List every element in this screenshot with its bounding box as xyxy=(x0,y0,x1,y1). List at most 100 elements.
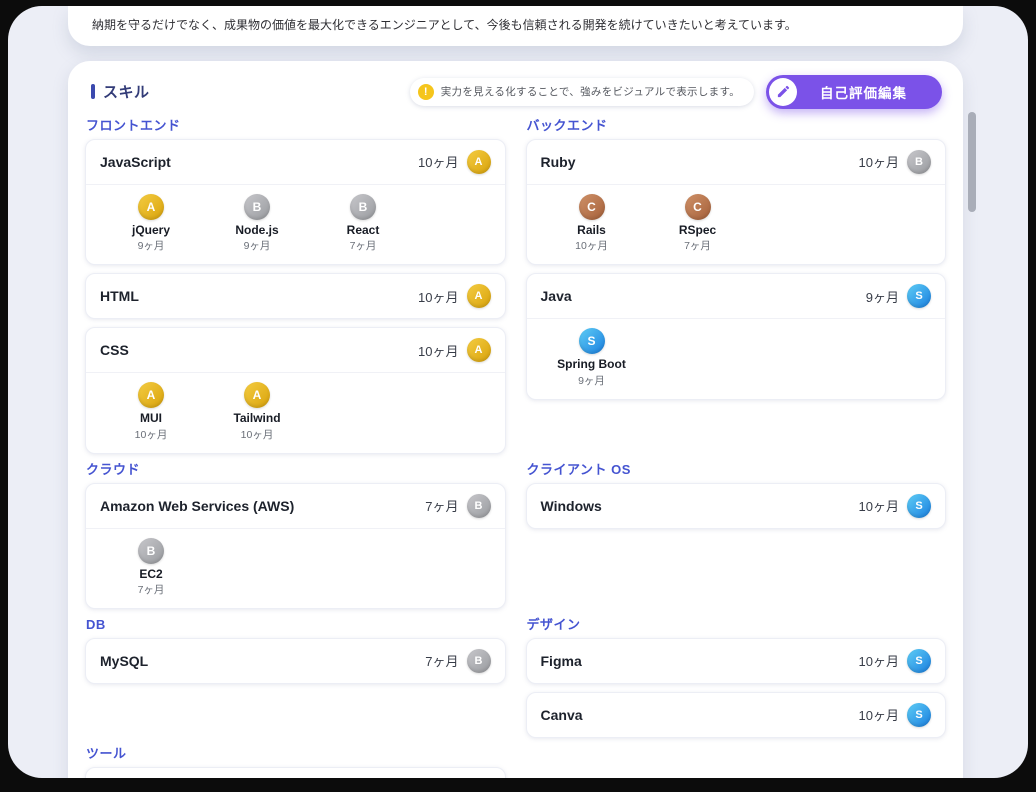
rank-badge-C: C xyxy=(579,194,605,220)
skill-rating: 10ヶ月A xyxy=(418,150,490,174)
category-section: クライアント OSWindows10ヶ月S xyxy=(526,461,947,609)
rank-badge-A: A xyxy=(467,284,491,308)
child-skill-name: EC2 xyxy=(139,567,162,581)
skill-duration: 10ヶ月 xyxy=(418,152,458,171)
rank-badge-B: B xyxy=(907,150,931,174)
skill-card: Windows 10ヶ月S xyxy=(526,483,947,529)
skill-rating: 10ヶ月 A xyxy=(418,284,490,308)
self-evaluation-edit-button[interactable]: 自己評価編集 xyxy=(766,75,942,109)
skill-duration: 10ヶ月 xyxy=(418,341,458,360)
skill-name: JavaScript xyxy=(100,154,171,170)
skill-main-row: CSS 10ヶ月A xyxy=(86,328,505,372)
section-title: スキル xyxy=(103,81,150,102)
skills-grid: フロントエンドJavaScript10ヶ月AAjQuery9ヶ月BNode.js… xyxy=(85,117,946,778)
child-skill: BReact7ヶ月 xyxy=(310,194,416,253)
child-skill: C RSpec7ヶ月 xyxy=(645,194,751,253)
skill-duration: 10ヶ月 xyxy=(418,287,458,306)
skill-rating: 10ヶ月 S xyxy=(859,649,931,673)
skill-card: JavaScript10ヶ月AAjQuery9ヶ月BNode.js9ヶ月BRea… xyxy=(85,139,506,265)
skills-card: スキル ! 実力を見える化することで、強みをビジュアルで表示します。 自己評価編… xyxy=(68,61,963,778)
child-skill: B EC27ヶ月 xyxy=(98,538,204,597)
skill-name: CSS xyxy=(100,342,129,358)
skill-main-row: HTML 10ヶ月 A xyxy=(86,274,505,318)
child-skill-duration: 7ヶ月 xyxy=(350,238,377,253)
rank-badge-A: A xyxy=(138,194,164,220)
skill-duration: 7ヶ月 xyxy=(425,651,458,670)
category-title: DB xyxy=(86,616,506,633)
child-skill: BNode.js9ヶ月 xyxy=(204,194,310,253)
skill-card: Ruby10ヶ月BCRails10ヶ月CRSpec7ヶ月 xyxy=(526,139,947,265)
child-skill-duration: 7ヶ月 xyxy=(684,238,711,253)
hint-pill: ! 実力を見える化することで、強みをビジュアルで表示します。 xyxy=(410,78,754,106)
skill-main-row: Amazon Web Services (AWS) 7ヶ月B xyxy=(86,484,505,528)
skill-name: MySQL xyxy=(100,653,148,669)
child-skill-name: jQuery xyxy=(132,223,170,237)
rank-badge-B: B xyxy=(350,194,376,220)
skill-main-row: Java9ヶ月S xyxy=(527,274,946,318)
skill-main-row: Canva10ヶ月S xyxy=(527,693,946,737)
skill-name: Windows xyxy=(541,498,602,514)
skill-main-row: Windows 10ヶ月S xyxy=(527,484,946,528)
app-window: 納期を守るだけでなく、成果物の価値を最大化できるエンジニアとして、今後も信頼され… xyxy=(8,6,1028,778)
skill-children: AMUI10ヶ月ATailwind10ヶ月 xyxy=(86,372,505,452)
skill-card: Chatwork9ヶ月 xyxy=(85,767,506,778)
rank-badge-C: C xyxy=(685,194,711,220)
rank-badge-S: S xyxy=(579,328,605,354)
child-skill-name: MUI xyxy=(140,411,162,425)
skill-rating: 10ヶ月A xyxy=(418,338,490,362)
category-section: DB MySQL 7ヶ月B xyxy=(85,616,506,738)
skill-card: CSS10ヶ月AAMUI10ヶ月ATailwind10ヶ月 xyxy=(85,327,506,453)
child-skill-duration: 7ヶ月 xyxy=(138,582,165,597)
skill-name: Ruby xyxy=(541,154,576,170)
child-skill-duration: 10ヶ月 xyxy=(241,427,274,442)
skill-name: Figma xyxy=(541,653,582,669)
intro-text: 納期を守るだけでなく、成果物の価値を最大化できるエンジニアとして、今後も信頼され… xyxy=(92,17,939,34)
child-skill-duration: 10ヶ月 xyxy=(135,427,168,442)
skill-main-row: Ruby 10ヶ月 B xyxy=(527,140,946,184)
skill-main-row: MySQL 7ヶ月B xyxy=(86,639,505,683)
skill-rating: 7ヶ月B xyxy=(425,649,490,673)
rank-badge-S: S xyxy=(907,649,931,673)
skill-rating: 7ヶ月B xyxy=(425,494,490,518)
skill-name: Canva xyxy=(541,707,583,723)
scrollbar-thumb[interactable] xyxy=(968,112,976,212)
skill-main-row: Chatwork9ヶ月 xyxy=(86,768,505,778)
skill-duration: 10ヶ月 xyxy=(859,152,899,171)
skill-rating: 10ヶ月S xyxy=(859,494,931,518)
rank-badge-S: S xyxy=(907,284,931,308)
skill-card: Amazon Web Services (AWS) 7ヶ月B B EC27ヶ月 xyxy=(85,483,506,609)
child-skill-duration: 10ヶ月 xyxy=(575,238,608,253)
pencil-icon xyxy=(769,78,797,106)
rank-badge-A: A xyxy=(138,382,164,408)
skill-duration: 10ヶ月 xyxy=(859,651,899,670)
child-skill-name: Rails xyxy=(577,223,606,237)
child-skill: C Rails10ヶ月 xyxy=(539,194,645,253)
skill-rating: 10ヶ月 B xyxy=(859,150,931,174)
skill-duration: 10ヶ月 xyxy=(859,705,899,724)
child-skill-name: RSpec xyxy=(679,223,716,237)
child-skill-duration: 9ヶ月 xyxy=(244,238,271,253)
category-title: ツール xyxy=(86,745,506,762)
skill-name: Java xyxy=(541,288,572,304)
category-section: フロントエンドJavaScript10ヶ月AAjQuery9ヶ月BNode.js… xyxy=(85,117,506,454)
skill-name: HTML xyxy=(100,288,139,304)
child-skill-duration: 9ヶ月 xyxy=(578,373,605,388)
category-section: デザインFigma10ヶ月SCanva10ヶ月S xyxy=(526,616,947,738)
skill-card: Figma 10ヶ月 S xyxy=(526,638,947,684)
child-skill-duration: 9ヶ月 xyxy=(138,238,165,253)
skill-main-row: Figma 10ヶ月 S xyxy=(527,639,946,683)
skill-children: AjQuery9ヶ月BNode.js9ヶ月BReact7ヶ月 xyxy=(86,184,505,264)
skill-duration: 10ヶ月 xyxy=(859,496,899,515)
title-accent-bar xyxy=(91,84,95,99)
section-title-wrap: スキル xyxy=(91,81,150,102)
skills-header: スキル ! 実力を見える化することで、強みをビジュアルで表示します。 自己評価編… xyxy=(85,75,946,109)
skill-card: Java9ヶ月SSSpring Boot9ヶ月 xyxy=(526,273,947,399)
rank-badge-B: B xyxy=(138,538,164,564)
category-title: バックエンド xyxy=(527,117,947,134)
skill-main-row: JavaScript 10ヶ月A xyxy=(86,140,505,184)
category-title: クラウド xyxy=(86,461,506,478)
category-section: クラウド Amazon Web Services (AWS) 7ヶ月B B EC27ヶ月 xyxy=(85,461,506,609)
skill-name: Amazon Web Services (AWS) xyxy=(100,498,294,514)
category-section: ツールChatwork9ヶ月Eclipse9ヶ月VS Code10ヶ月 xyxy=(85,745,506,778)
header-right: ! 実力を見える化することで、強みをビジュアルで表示します。 自己評価編集 xyxy=(410,75,942,109)
